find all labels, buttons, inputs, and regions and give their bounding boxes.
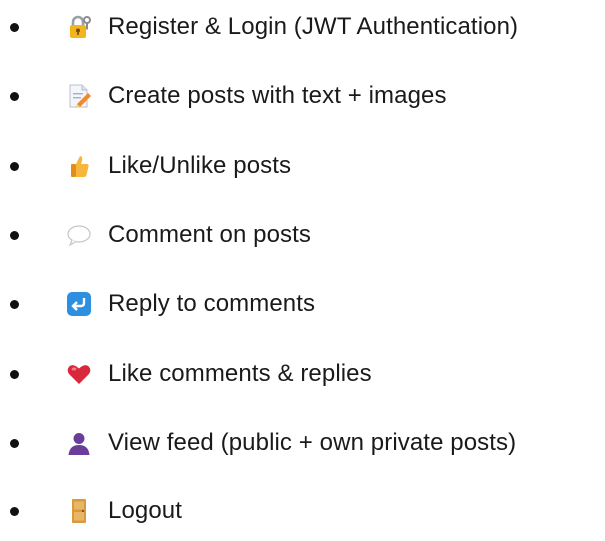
feature-label: Comment on posts — [108, 221, 312, 248]
bullet-icon — [10, 507, 19, 516]
bullet-icon — [10, 92, 19, 101]
list-item: Reply to comments — [0, 284, 605, 324]
reply-arrow-icon — [66, 291, 92, 317]
list-item: Like/Unlike posts — [0, 146, 605, 186]
memo-pencil-icon — [66, 83, 92, 109]
door-icon — [66, 498, 92, 524]
red-heart-icon — [66, 361, 92, 387]
list-item: Create posts with text + images — [0, 76, 605, 116]
list-item: View feed (public + own private posts) — [0, 423, 605, 463]
feature-label: Create posts with text + images — [108, 82, 447, 109]
bullet-icon — [10, 439, 19, 448]
bullet-icon — [10, 231, 19, 240]
user-silhouette-icon — [66, 430, 92, 456]
bullet-icon — [10, 23, 19, 32]
feature-label: View feed (public + own private posts) — [108, 429, 517, 456]
feature-label: Reply to comments — [108, 290, 316, 317]
lock-with-key-icon — [66, 14, 92, 40]
bullet-icon — [10, 370, 19, 379]
feature-label: Like/Unlike posts — [108, 152, 292, 179]
thumbs-up-icon — [66, 153, 92, 179]
bullet-icon — [10, 162, 19, 171]
list-item: Logout — [0, 491, 605, 531]
list-item: Register & Login (JWT Authentication) — [0, 7, 605, 47]
feature-label: Logout — [108, 497, 183, 524]
list-item: Like comments & replies — [0, 354, 605, 394]
bullet-icon — [10, 300, 19, 309]
feature-label: Register & Login (JWT Authentication) — [108, 13, 519, 40]
speech-bubble-icon — [66, 222, 92, 248]
feature-label: Like comments & replies — [108, 360, 372, 387]
list-item: Comment on posts — [0, 215, 605, 255]
